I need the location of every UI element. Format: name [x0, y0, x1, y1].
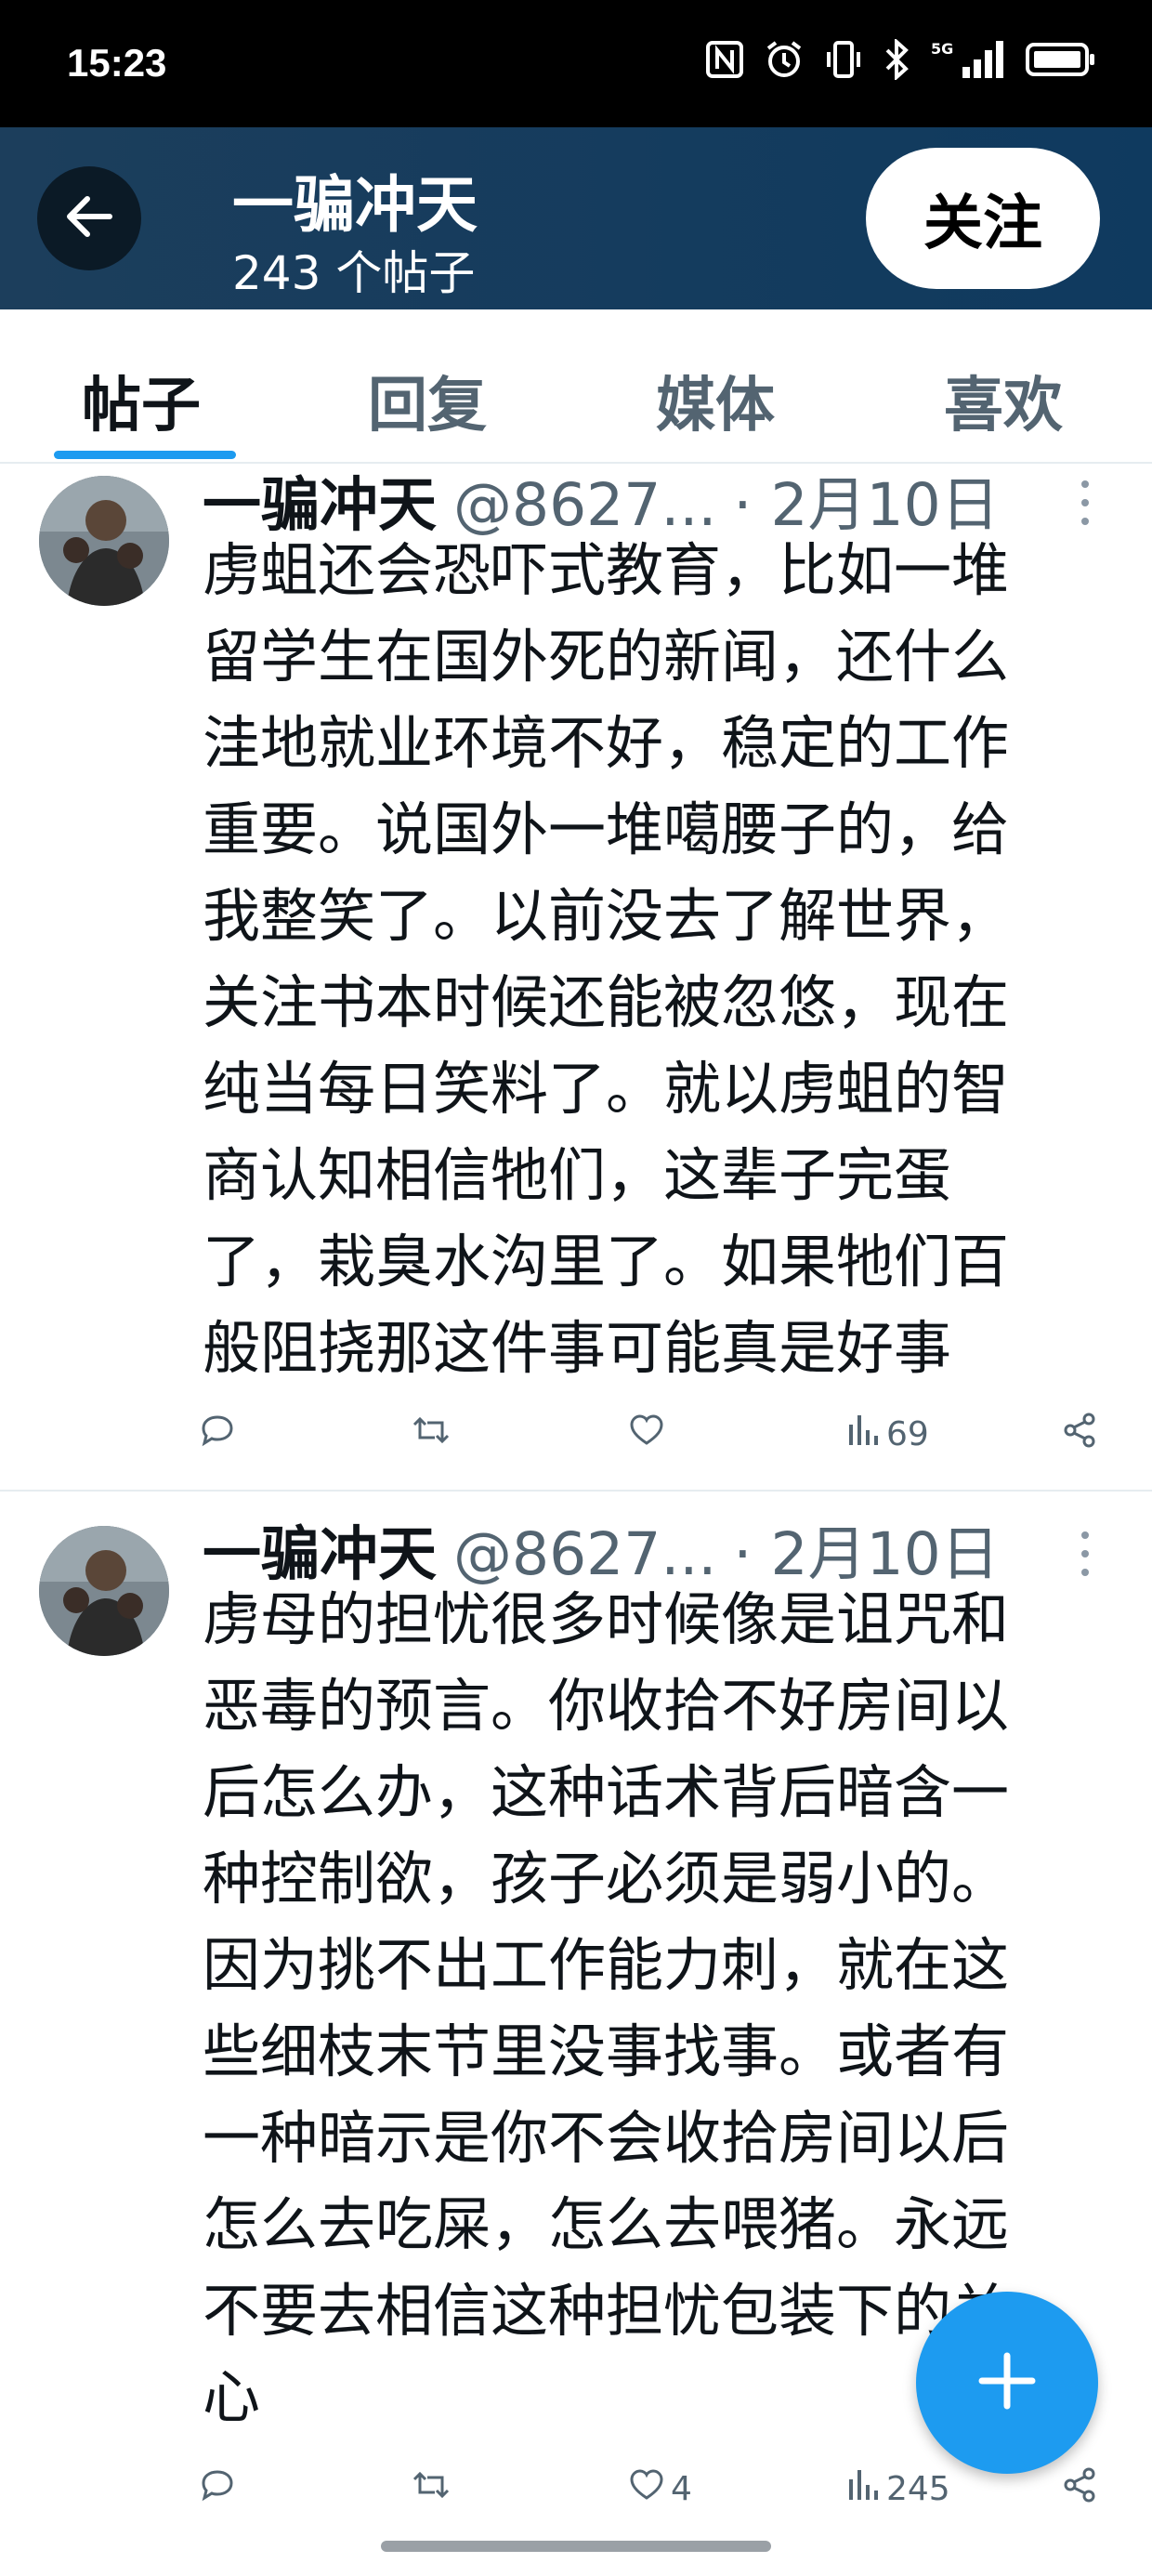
status-icons: 5G	[706, 39, 1096, 80]
post-actions: 4 245	[0, 2466, 1152, 2522]
post-line: 了，栽臭水沟里了。如果牠们百	[203, 1228, 1010, 1295]
post-line: 纯当每日笑料了。就以虏蛆的智	[203, 1055, 1010, 1123]
post-line: 因为挑不出工作能力刺，就在这	[203, 1931, 1010, 1999]
avatar[interactable]	[39, 476, 169, 606]
tab-media[interactable]: 媒体	[656, 358, 775, 443]
analytics-icon	[847, 1412, 881, 1457]
post-line: 留学生在国外死的新闻，还什么	[203, 623, 1010, 690]
tab-likes[interactable]: 喜欢	[944, 358, 1063, 443]
more-options-icon[interactable]	[1076, 1526, 1094, 1582]
post-line: 商认知相信牠们，这辈子完蛋	[203, 1141, 952, 1209]
status-time: 15:23	[67, 41, 167, 85]
tab-posts[interactable]: 帖子	[82, 358, 201, 443]
reply-button[interactable]	[199, 2466, 242, 2512]
plus-icon	[975, 2348, 1040, 2417]
views-button[interactable]: 69	[847, 1412, 929, 1457]
post-line: 怎么去吃屎，怎么去喂猪。永远	[203, 2190, 1010, 2258]
like-button[interactable]: 4	[628, 2466, 692, 2512]
profile-name: 一骗冲天	[232, 169, 478, 241]
tab-replies[interactable]: 回复	[368, 358, 487, 443]
share-button[interactable]	[1061, 2466, 1098, 2512]
view-count: 69	[886, 1415, 929, 1453]
heart-icon	[628, 2466, 665, 2512]
post-line: 重要。说国外一堆噶腰子的，给	[203, 795, 1010, 863]
battery-icon	[1026, 41, 1096, 78]
post-count: 243 个帖子	[232, 246, 476, 300]
view-count: 245	[886, 2470, 950, 2508]
analytics-icon	[847, 2466, 881, 2512]
post-line: 虏蛆还会恐吓式教育，比如一堆	[203, 536, 1010, 604]
reply-icon	[199, 2466, 236, 2512]
post-divider	[0, 1490, 1152, 1492]
avatar[interactable]	[39, 1526, 169, 1656]
like-count: 4	[671, 2470, 692, 2508]
post-text[interactable]: 虏蛆还会恐吓式教育，比如一堆 留学生在国外死的新闻，还什么 洼地就业环境不好，稳…	[203, 527, 1132, 1391]
share-button[interactable]	[1061, 1412, 1098, 1457]
follow-button[interactable]: 关注	[866, 148, 1100, 289]
post-line: 虏母的担忧很多时候像是诅咒和	[203, 1585, 1010, 1653]
post-actions: 69	[0, 1412, 1152, 1467]
post-line: 我整笑了。以前没去了解世界，	[203, 882, 1010, 950]
back-arrow-icon	[59, 187, 119, 250]
network-label: 5G	[931, 40, 953, 58]
reply-icon	[199, 1412, 236, 1457]
post-item[interactable]: 一骗冲天 @8627... · 2月10日 虏蛆还会恐吓式教育，比如一堆 留学生在国…	[0, 462, 1152, 1492]
repost-button[interactable]	[411, 1412, 457, 1457]
more-options-icon[interactable]	[1076, 475, 1094, 531]
post-line: 关注书本时候还能被忽悠，现在	[203, 968, 1010, 1036]
post-line: 般阻挠那这件事可能真是好事	[203, 1314, 952, 1382]
compose-button[interactable]	[916, 2292, 1098, 2474]
post-line: 洼地就业环境不好，稳定的工作	[203, 709, 1010, 777]
share-icon	[1061, 1412, 1098, 1457]
post-line: 后怎么办，这种话术背后暗含一	[203, 1758, 1010, 1826]
nfc-icon	[706, 41, 743, 78]
home-indicator[interactable]	[381, 2541, 771, 2552]
heart-icon	[628, 1412, 665, 1457]
like-button[interactable]	[628, 1412, 671, 1457]
signal-5g-icon: 5G	[931, 39, 1005, 80]
post-line: 些细枝末节里没事找事。或者有	[203, 2017, 1010, 2085]
vibrate-icon	[825, 39, 862, 80]
repost-icon	[411, 2466, 452, 2512]
repost-button[interactable]	[411, 2466, 457, 2512]
share-icon	[1061, 2466, 1098, 2512]
alarm-icon	[764, 39, 805, 80]
status-bar: 15:23 5G	[0, 0, 1152, 127]
repost-icon	[411, 1412, 452, 1457]
post-line: 恶毒的预言。你收拾不好房间以	[203, 1672, 1010, 1740]
post-line: 一种暗示是你不会收拾房间以后	[203, 2104, 1010, 2172]
bluetooth-icon	[883, 39, 910, 80]
profile-header: 一骗冲天 243 个帖子 关注	[0, 127, 1152, 309]
views-button[interactable]: 245	[847, 2466, 950, 2512]
back-button[interactable]	[37, 166, 141, 270]
reply-button[interactable]	[199, 1412, 242, 1457]
profile-tabs: 帖子 回复 媒体 喜欢	[0, 309, 1152, 464]
post-line: 种控制欲，孩子必须是弱小的。	[203, 1845, 1010, 1912]
